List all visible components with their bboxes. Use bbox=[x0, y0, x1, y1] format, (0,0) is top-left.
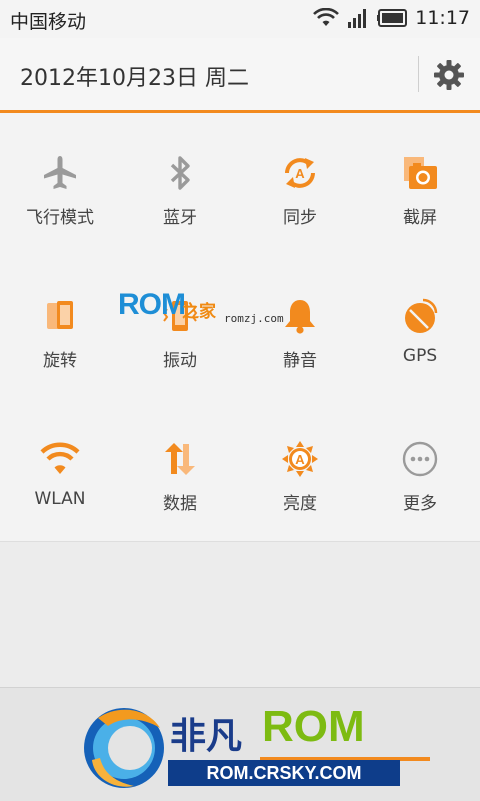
watermark-rom: ROM bbox=[118, 288, 186, 321]
status-bar: 中国移动 11:17 bbox=[0, 0, 480, 38]
svg-text:A: A bbox=[295, 166, 305, 181]
status-icons: 11:17 bbox=[313, 7, 470, 29]
toggle-label: 振动 bbox=[163, 351, 197, 371]
toggle-gps[interactable]: GPS bbox=[360, 256, 480, 376]
status-clock: 11:17 bbox=[415, 7, 470, 29]
toggle-label: GPS bbox=[402, 346, 438, 366]
more-icon bbox=[402, 441, 438, 477]
toggle-label: WLAN bbox=[34, 489, 86, 509]
battery-icon bbox=[377, 9, 408, 27]
toggle-label: 同步 bbox=[283, 208, 317, 228]
toggle-wlan[interactable]: WLAN bbox=[0, 399, 120, 519]
brightness-icon: A bbox=[282, 441, 318, 477]
toggle-airplane-mode[interactable]: 飞行模式 bbox=[0, 113, 120, 233]
toggle-label: 亮度 bbox=[283, 494, 317, 514]
background-area bbox=[0, 542, 480, 687]
gps-icon bbox=[405, 298, 438, 333]
airplane-icon bbox=[44, 156, 76, 189]
logo-mark-icon bbox=[84, 708, 164, 788]
toggle-label: 更多 bbox=[403, 494, 437, 514]
rotate-icon bbox=[47, 301, 73, 329]
toggle-label: 旋转 bbox=[43, 351, 77, 371]
carrier-name: 中国移动 bbox=[10, 11, 87, 33]
settings-button[interactable] bbox=[430, 56, 468, 94]
toggle-panel: 飞行模式 蓝牙 A 同步 截屏 旋转 振动 静音 GPS WLAN 数据 A 亮… bbox=[0, 113, 480, 542]
data-icon bbox=[165, 443, 195, 475]
logo-name-en: ROM bbox=[262, 702, 365, 751]
sync-icon: A bbox=[285, 158, 315, 188]
wifi-icon bbox=[313, 8, 340, 26]
watermark-url: romzj.com bbox=[224, 312, 284, 325]
bluetooth-icon bbox=[170, 156, 190, 190]
wifi-icon bbox=[40, 442, 80, 474]
toggle-screenshot[interactable]: 截屏 bbox=[360, 113, 480, 233]
toggle-label: 飞行模式 bbox=[26, 208, 94, 228]
signal-icon bbox=[348, 9, 367, 28]
gear-icon bbox=[434, 60, 464, 90]
logo-url: ROM.CRSKY.COM bbox=[168, 760, 400, 786]
toggle-brightness[interactable]: A 亮度 bbox=[240, 399, 360, 519]
toggle-more[interactable]: 更多 bbox=[360, 399, 480, 519]
screenshot-icon bbox=[404, 157, 437, 189]
notification-header: 2012年10月23日 周二 bbox=[0, 38, 480, 113]
toggle-label: 静音 bbox=[283, 351, 317, 371]
toggle-label: 截屏 bbox=[403, 208, 437, 228]
logo-name-cn: 非凡 bbox=[170, 716, 243, 757]
toggle-sync[interactable]: A 同步 bbox=[240, 113, 360, 233]
toggle-label: 数据 bbox=[163, 494, 197, 514]
svg-text:A: A bbox=[295, 452, 305, 467]
date-label: 2012年10月23日 周二 bbox=[20, 66, 249, 91]
toggle-data[interactable]: 数据 bbox=[120, 399, 240, 519]
watermark-suffix: 之家 bbox=[182, 302, 216, 322]
toggle-label: 蓝牙 bbox=[163, 208, 197, 228]
bell-icon bbox=[285, 300, 315, 334]
header-divider bbox=[418, 56, 419, 92]
toggle-rotate[interactable]: 旋转 bbox=[0, 256, 120, 376]
toggle-bluetooth[interactable]: 蓝牙 bbox=[120, 113, 240, 233]
